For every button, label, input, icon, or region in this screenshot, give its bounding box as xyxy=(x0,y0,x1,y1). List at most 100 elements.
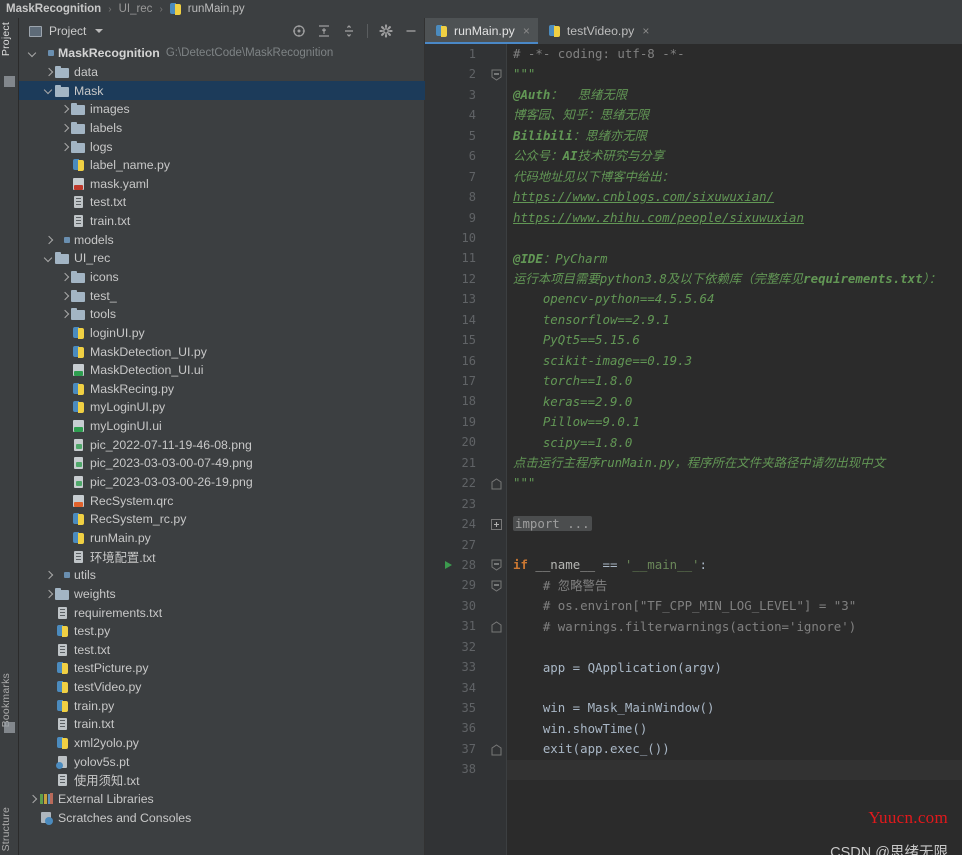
code-line[interactable]: @IDE：PyCharm xyxy=(513,249,962,269)
fold-marker-close-bottom[interactable] xyxy=(491,739,502,759)
tree-row[interactable]: MaskDetection_UI.py xyxy=(19,342,425,361)
tree-row[interactable]: label_name.py xyxy=(19,156,425,175)
code-line[interactable]: 代码地址见以下博客中给出： xyxy=(513,167,962,187)
code-line[interactable]: keras==2.9.0 xyxy=(513,392,962,412)
fold-marker-close-bottom[interactable] xyxy=(491,617,502,637)
code-line[interactable]: scikit-image==0.19.3 xyxy=(513,351,962,371)
code-line[interactable] xyxy=(513,678,962,698)
chevron-right-icon[interactable] xyxy=(59,290,70,301)
tree-row[interactable]: 使用须知.txt xyxy=(19,771,425,790)
code-line[interactable] xyxy=(513,494,962,514)
chevron-right-icon[interactable] xyxy=(59,272,70,283)
tree-row[interactable]: External Libraries xyxy=(19,790,425,809)
code-line[interactable] xyxy=(513,228,962,248)
expand-all-icon[interactable] xyxy=(317,24,331,38)
code-line[interactable]: 运行本项目需要python3.8及以下依赖库（完整库见requirements.… xyxy=(513,269,962,289)
code-line[interactable]: Pillow==9.0.1 xyxy=(513,412,962,432)
code-line[interactable]: win = Mask_MainWindow() xyxy=(513,698,962,718)
gear-icon[interactable] xyxy=(379,24,393,38)
fold-marker-open-mid[interactable] xyxy=(491,576,502,596)
fold-column[interactable] xyxy=(485,44,507,855)
breadcrumb-file[interactable]: runMain.py xyxy=(186,3,247,15)
tree-row[interactable]: MaskRecognition G:\DetectCode\MaskRecogni… xyxy=(19,44,425,63)
run-gutter-icon[interactable] xyxy=(443,555,454,575)
code-line[interactable]: win.showTime() xyxy=(513,719,962,739)
code-line[interactable]: PyQt5==5.15.6 xyxy=(513,330,962,350)
code-line[interactable]: exit(app.exec_()) xyxy=(513,739,962,759)
chevron-right-icon[interactable] xyxy=(43,234,54,245)
chevron-down-icon[interactable] xyxy=(43,85,54,96)
code-line[interactable]: scipy==1.8.0 xyxy=(513,433,962,453)
code-line[interactable]: 公众号：AI技术研究与分享 xyxy=(513,146,962,166)
code-line[interactable]: 点击运行主程序runMain.py，程序所在文件夹路径中请勿出现中文 xyxy=(513,453,962,473)
tree-row[interactable]: test.py xyxy=(19,622,425,641)
editor-tab[interactable]: runMain.py × xyxy=(425,18,538,44)
tree-row[interactable]: testPicture.py xyxy=(19,659,425,678)
editor-gutter[interactable]: 1 2 3 4 5 6 7 8 9 10 11 12 13 14 15 16 17 18 19 20 21 22 23 24 2… xyxy=(425,44,485,855)
tree-row[interactable]: train.txt xyxy=(19,715,425,734)
code-line[interactable]: if __name__ == '__main__': xyxy=(513,555,962,575)
code-line[interactable]: tensorflow==2.9.1 xyxy=(513,310,962,330)
chevron-right-icon[interactable] xyxy=(59,309,70,320)
toolwindow-button-project[interactable]: Project xyxy=(0,22,19,56)
code-line[interactable]: @Auth： 思绪无限 xyxy=(513,85,962,105)
code-editor[interactable]: 1 2 3 4 5 6 7 8 9 10 11 12 13 14 15 16 17 18 19 20 21 22 23 24 2… xyxy=(425,44,962,855)
code-line[interactable]: Bilibili：思绪亦无限 xyxy=(513,126,962,146)
tree-row[interactable]: testVideo.py xyxy=(19,678,425,697)
tree-row[interactable]: pic_2023-03-03-00-07-49.png xyxy=(19,454,425,473)
tree-row[interactable]: images xyxy=(19,100,425,119)
chevron-right-icon[interactable] xyxy=(43,570,54,581)
tree-row[interactable]: weights xyxy=(19,585,425,604)
code-line[interactable]: """ xyxy=(513,473,962,493)
collapse-all-icon[interactable] xyxy=(342,24,356,38)
tree-row[interactable]: models xyxy=(19,230,425,249)
code-column[interactable]: # -*- coding: utf-8 -*- """ @Auth： 思绪无限 博客园… xyxy=(485,44,962,855)
tree-row[interactable]: myLoginUI.py xyxy=(19,398,425,417)
tree-row[interactable]: train.txt xyxy=(19,212,425,231)
tree-row[interactable]: logs xyxy=(19,137,425,156)
project-file-tree[interactable]: MaskRecognition G:\DetectCode\MaskRecogni… xyxy=(19,44,425,855)
toolwindow-button-bookmarks[interactable]: Bookmarks xyxy=(0,673,19,727)
fold-marker-close-bottom[interactable] xyxy=(491,473,502,493)
chevron-down-icon[interactable] xyxy=(95,29,104,33)
tree-row[interactable]: requirements.txt xyxy=(19,603,425,622)
tree-row[interactable]: xml2yolo.py xyxy=(19,734,425,753)
tree-row[interactable]: tools xyxy=(19,305,425,324)
code-lines[interactable]: # -*- coding: utf-8 -*- """ @Auth： 思绪无限 博客园… xyxy=(507,44,962,855)
tree-row[interactable]: 环境配置.txt xyxy=(19,547,425,566)
code-line[interactable]: # -*- coding: utf-8 -*- xyxy=(513,44,962,64)
select-opened-file-icon[interactable] xyxy=(292,24,306,38)
chevron-down-icon[interactable] xyxy=(43,253,54,264)
tree-row[interactable]: Scratches and Consoles xyxy=(19,808,425,827)
tree-row[interactable]: utils xyxy=(19,566,425,585)
tree-row[interactable]: MaskRecing.py xyxy=(19,380,425,399)
close-icon[interactable]: × xyxy=(523,25,530,37)
chevron-right-icon[interactable] xyxy=(59,141,70,152)
code-line[interactable] xyxy=(513,535,962,555)
tree-row[interactable]: mask.yaml xyxy=(19,174,425,193)
tree-row[interactable]: icons xyxy=(19,268,425,287)
editor-tab[interactable]: testVideo.py × xyxy=(538,18,657,44)
code-line[interactable]: app = QApplication(argv) xyxy=(513,658,962,678)
tree-row[interactable]: Mask xyxy=(19,81,425,100)
tree-row[interactable]: UI_rec xyxy=(19,249,425,268)
chevron-down-icon[interactable] xyxy=(27,48,38,59)
code-line[interactable]: 博客园、知乎：思绪无限 xyxy=(513,105,962,125)
tree-row[interactable]: test.txt xyxy=(19,193,425,212)
tree-row[interactable]: RecSystem.qrc xyxy=(19,491,425,510)
tree-row[interactable]: pic_2022-07-11-19-46-08.png xyxy=(19,435,425,454)
code-line[interactable]: # 忽略警告 xyxy=(513,576,962,596)
breadcrumb-root[interactable]: MaskRecognition xyxy=(4,3,103,15)
code-line[interactable]: # warnings.filterwarnings(action='ignore… xyxy=(513,617,962,637)
code-line[interactable] xyxy=(513,760,962,780)
tree-row[interactable]: test_ xyxy=(19,286,425,305)
fold-marker-collapsed[interactable] xyxy=(491,514,502,534)
tree-row[interactable]: train.py xyxy=(19,696,425,715)
tree-row[interactable]: pic_2023-03-03-00-26-19.png xyxy=(19,473,425,492)
fold-marker-open-top[interactable] xyxy=(491,555,502,575)
toolwindow-button-structure[interactable]: Structure xyxy=(0,807,19,851)
tree-row[interactable]: MaskDetection_UI.ui xyxy=(19,361,425,380)
tree-row[interactable]: labels xyxy=(19,119,425,138)
chevron-right-icon[interactable] xyxy=(27,793,38,804)
code-line[interactable]: """ xyxy=(513,64,962,84)
